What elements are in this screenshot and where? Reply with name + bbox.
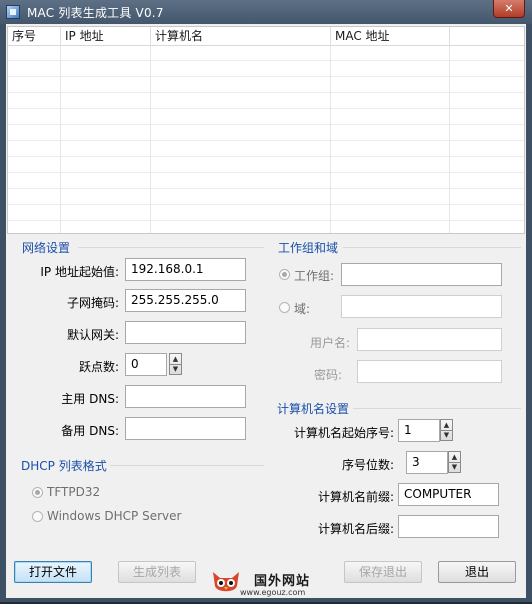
- list-header: 序号 IP 地址 计算机名 MAC 地址: [8, 27, 524, 46]
- computer-name-group-title: 计算机名设置: [277, 402, 350, 416]
- dns-primary-input[interactable]: [125, 385, 246, 408]
- save-exit-button[interactable]: 保存退出: [344, 561, 422, 583]
- ip-start-input[interactable]: 192.168.0.1: [125, 258, 246, 281]
- suffix-label: 计算机名后缀:: [317, 522, 394, 536]
- username-label: 用户名:: [309, 336, 350, 350]
- windows-dhcp-radio-label[interactable]: Windows DHCP Server: [47, 509, 181, 523]
- suffix-input[interactable]: [398, 515, 499, 538]
- app-window: MAC 列表生成工具 V0.7 ✕ 序号 IP 地址 计算机名 MAC 地址 网…: [0, 0, 532, 602]
- workgroup-radio-label[interactable]: 工作组:: [294, 267, 334, 284]
- ip-start-label: IP 地址起始值:: [40, 265, 119, 279]
- workgroup-radio[interactable]: [279, 269, 290, 280]
- tftpd32-radio[interactable]: [32, 487, 43, 498]
- dhcp-group-divider: [110, 465, 264, 466]
- open-file-button[interactable]: 打开文件: [14, 561, 92, 583]
- column-header-ip[interactable]: IP 地址: [61, 27, 151, 45]
- hops-label: 跃点数:: [78, 360, 119, 374]
- column-header-computer-name[interactable]: 计算机名: [151, 27, 331, 45]
- password-label: 密码:: [313, 368, 342, 382]
- down-arrow-icon[interactable]: ▼: [449, 462, 460, 472]
- watermark-logo: 国外网站 www.egouz.com: [210, 568, 334, 604]
- workgroup-group-divider: [343, 247, 521, 248]
- domain-radio-label[interactable]: 域:: [294, 300, 310, 317]
- generate-list-button[interactable]: 生成列表: [118, 561, 196, 583]
- watermark-text: 国外网站: [254, 574, 311, 589]
- digits-stepper[interactable]: ▲ ▼: [448, 451, 461, 473]
- dhcp-group-title: DHCP 列表格式: [21, 459, 107, 473]
- network-group-divider: [78, 247, 264, 248]
- workgroup-input[interactable]: [341, 263, 502, 286]
- gateway-label: 默认网关:: [66, 328, 119, 342]
- network-group-title: 网络设置: [22, 241, 71, 255]
- close-icon[interactable]: ✕: [493, 0, 525, 18]
- computer-name-group-divider: [353, 408, 521, 409]
- gateway-input[interactable]: [125, 321, 246, 344]
- hops-stepper[interactable]: ▲ ▼: [169, 353, 182, 375]
- start-number-stepper[interactable]: ▲ ▼: [440, 419, 453, 441]
- username-input[interactable]: [357, 328, 502, 351]
- digits-input[interactable]: 3: [406, 451, 448, 474]
- start-number-input[interactable]: 1: [398, 419, 440, 442]
- hops-input[interactable]: 0: [125, 353, 167, 376]
- start-number-label: 计算机名起始序号:: [293, 426, 394, 440]
- down-arrow-icon[interactable]: ▼: [170, 364, 181, 374]
- column-header-index[interactable]: 序号: [8, 27, 61, 45]
- mac-list-view[interactable]: 序号 IP 地址 计算机名 MAC 地址: [7, 26, 525, 234]
- subnet-input[interactable]: 255.255.255.0: [125, 289, 246, 312]
- domain-input[interactable]: [341, 295, 502, 318]
- owl-face-icon: [213, 572, 239, 592]
- domain-radio[interactable]: [279, 302, 290, 313]
- tftpd32-radio-label[interactable]: TFTPD32: [47, 485, 100, 499]
- watermark-url: www.egouz.com: [240, 588, 306, 597]
- column-header-mac[interactable]: MAC 地址: [331, 27, 450, 45]
- dns-primary-label: 主用 DNS:: [61, 392, 119, 406]
- windows-dhcp-radio[interactable]: [32, 511, 43, 522]
- workgroup-group-title: 工作组和域: [278, 241, 339, 255]
- title-bar[interactable]: MAC 列表生成工具 V0.7 ✕: [0, 0, 532, 24]
- client-area: 序号 IP 地址 计算机名 MAC 地址 网络设置 IP 地址起始值: 192.…: [6, 24, 526, 598]
- subnet-label: 子网掩码:: [66, 296, 119, 310]
- app-icon: [6, 5, 20, 19]
- exit-button[interactable]: 退出: [438, 561, 516, 583]
- down-arrow-icon[interactable]: ▼: [441, 430, 452, 440]
- window-title: MAC 列表生成工具 V0.7: [27, 6, 164, 20]
- dns-backup-input[interactable]: [125, 417, 246, 440]
- dns-backup-label: 备用 DNS:: [61, 424, 119, 438]
- digits-label: 序号位数:: [341, 458, 394, 472]
- prefix-label: 计算机名前缀:: [317, 490, 394, 504]
- password-input[interactable]: [357, 360, 502, 383]
- prefix-input[interactable]: COMPUTER: [398, 483, 499, 506]
